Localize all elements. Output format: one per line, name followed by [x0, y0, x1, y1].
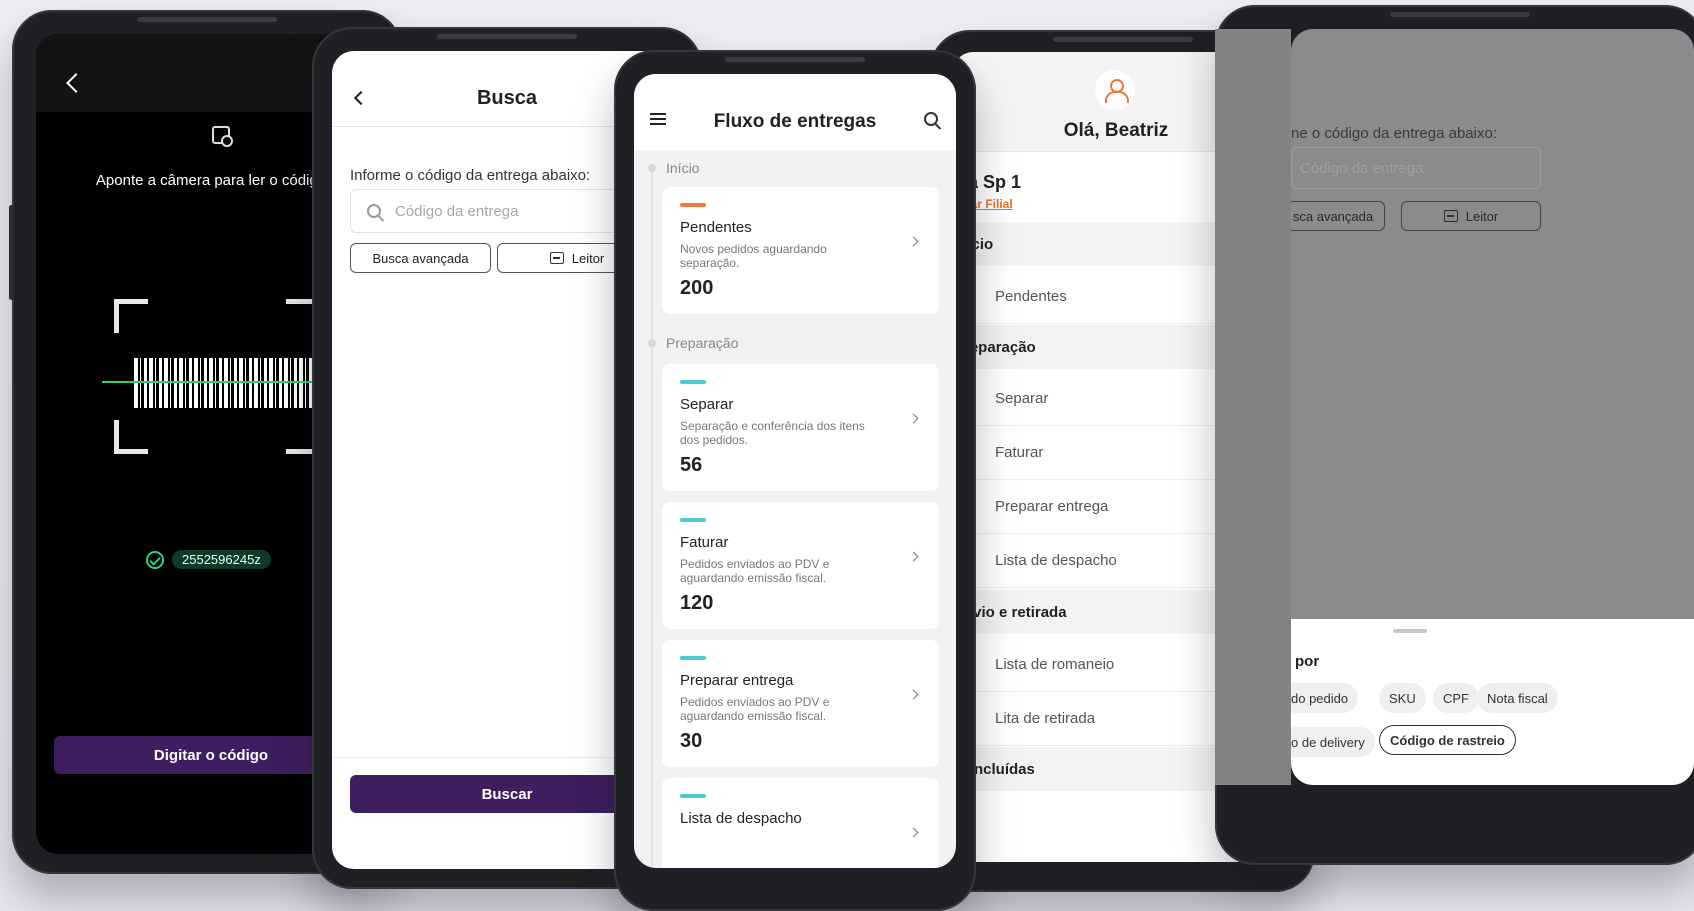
detected-code-badge: 2552596245z — [172, 550, 271, 569]
viewfinder-corner-top-left — [114, 299, 148, 333]
card-count: 56 — [680, 454, 703, 476]
stage-dot — [648, 164, 656, 172]
card-title: Pendentes — [680, 219, 752, 236]
timeline-line — [651, 164, 653, 868]
advanced-search-label: Busca avançada — [372, 250, 469, 266]
card-accent — [680, 380, 706, 384]
filter-phone: ne o código da entrega abaixo: Código da… — [1215, 5, 1694, 865]
sheet-title: r por — [1291, 653, 1320, 670]
menu-item-label: Lista de despacho — [995, 552, 1117, 569]
search-icon — [367, 204, 381, 218]
chip-nota-fiscal[interactable]: Nota fiscal — [1477, 683, 1558, 713]
barcode-reader-icon — [1443, 210, 1458, 222]
menu-item-label: Lista de romaneio — [995, 656, 1115, 673]
card-title: Separar — [680, 396, 734, 413]
page-title: Fluxo de entregas — [713, 111, 877, 132]
chevron-right-icon — [908, 236, 919, 247]
chevron-right-icon — [908, 689, 919, 700]
flow-header: Fluxo de entregas — [634, 74, 956, 150]
stage-label: Preparação — [666, 335, 739, 351]
card-accent — [680, 794, 706, 798]
flow-card-preparar-entrega[interactable]: Preparar entrega Pedidos enviados ao PDV… — [662, 640, 939, 767]
advanced-search-button[interactable]: Busca avançada — [350, 243, 491, 273]
phone-side-button — [9, 205, 14, 300]
menu-item-label: Separar — [995, 390, 1049, 407]
card-title: Faturar — [680, 534, 729, 551]
barcode-image — [134, 358, 312, 408]
search-field[interactable]: Código da entrega — [1291, 147, 1541, 189]
user-icon — [1105, 79, 1129, 103]
sheet-drag-handle[interactable] — [1393, 629, 1427, 633]
search-label: Informe o código da entrega abaixo: — [350, 167, 591, 184]
menu-item-label: Faturar — [995, 444, 1044, 461]
search-input[interactable] — [395, 202, 635, 220]
card-title: Lista de despacho — [680, 810, 802, 827]
chip-cpf[interactable]: CPF — [1433, 683, 1479, 713]
flow-card-faturar[interactable]: Faturar Pedidos enviados ao PDV e aguard… — [662, 502, 939, 629]
check-circle-icon — [146, 550, 164, 569]
reader-label: Leitor — [1465, 208, 1499, 224]
card-accent — [680, 656, 706, 660]
search-icon[interactable] — [924, 112, 938, 126]
search-label: ne o código da entrega abaixo: — [1291, 125, 1497, 142]
search-placeholder: Código da entrega — [1300, 159, 1424, 177]
menu-item-label: Preparar entrega — [995, 498, 1109, 515]
stage-label: Início — [666, 160, 700, 176]
flow-screen: Fluxo de entregas Início Pendentes Novos… — [634, 74, 956, 868]
card-count: 200 — [680, 277, 714, 299]
flow-card-pendentes[interactable]: Pendentes Novos pedidos aguardando separ… — [662, 187, 939, 314]
chevron-right-icon — [908, 551, 919, 562]
card-count: 30 — [680, 730, 703, 752]
stage-dot — [648, 339, 656, 347]
chip-codigo-rastreio[interactable]: Código de rastreio — [1379, 725, 1516, 755]
advanced-search-button[interactable]: sca avançada — [1291, 201, 1385, 231]
card-description: Novos pedidos aguardando separação. — [680, 242, 827, 270]
card-count: 120 — [680, 592, 714, 614]
flow-card-lista-despacho[interactable]: Lista de despacho — [662, 778, 939, 868]
reader-button[interactable]: Leitor — [1401, 201, 1541, 231]
card-title: Preparar entrega — [680, 672, 794, 689]
stage-preparacao: Preparação — [648, 335, 738, 351]
advanced-search-label: sca avançada — [1292, 208, 1374, 224]
detected-code: 2552596245z — [146, 550, 271, 569]
reader-label: Leitor — [571, 250, 605, 266]
chip-pedido[interactable]: do pedido — [1291, 683, 1359, 713]
phone-notch — [437, 34, 577, 39]
flow-phone: Fluxo de entregas Início Pendentes Novos… — [614, 50, 976, 911]
chevron-right-icon — [908, 827, 919, 838]
dimmed-background — [1215, 29, 1291, 785]
chevron-right-icon — [908, 413, 919, 424]
card-description: Pedidos enviados ao PDV e aguardando emi… — [680, 695, 830, 723]
phone-notch — [1052, 37, 1193, 42]
chip-sku[interactable]: SKU — [1379, 683, 1426, 713]
viewfinder-corner-bottom-left — [114, 420, 148, 454]
phone-notch — [725, 57, 865, 62]
phone-notch — [1390, 12, 1530, 17]
back-chevron-icon[interactable] — [66, 73, 86, 93]
filter-screen: ne o código da entrega abaixo: Código da… — [1291, 29, 1694, 785]
card-description: Separação e conferência dos itens dos pe… — [680, 419, 865, 447]
avatar — [1095, 70, 1135, 110]
barcode-reader-icon — [549, 252, 564, 264]
chip-delivery[interactable]: o de delivery — [1291, 727, 1375, 757]
menu-item-label: Lita de retirada — [995, 710, 1096, 727]
stage-inicio: Início — [648, 160, 699, 176]
card-description: Pedidos enviados ao PDV e aguardando emi… — [680, 557, 830, 585]
menu-item-label: Pendentes — [995, 288, 1067, 305]
scan-icon — [212, 126, 233, 147]
filter-bottom-sheet: r por do pedido SKU CPF Nota fiscal o de… — [1291, 619, 1694, 785]
card-accent — [680, 518, 706, 522]
card-accent — [680, 203, 706, 207]
phone-notch — [137, 17, 277, 22]
flow-card-separar[interactable]: Separar Separação e conferência dos iten… — [662, 364, 939, 491]
